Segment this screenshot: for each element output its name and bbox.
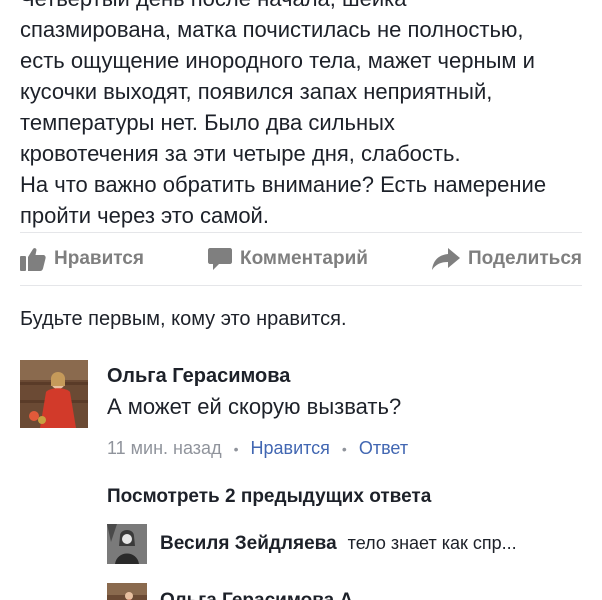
post-line: На что важно обратить внимание? Есть нам… (20, 172, 547, 197)
post-line: кровотечения за эти четыре дня, слабость… (20, 141, 461, 166)
view-previous-replies-link[interactable]: Посмотреть 2 предыдущих ответа (107, 486, 431, 508)
like-button[interactable]: Нравится (20, 247, 144, 271)
share-arrow-icon (431, 248, 460, 270)
avatar[interactable] (20, 360, 88, 428)
post-line: Четвертый день после начала, шейка (20, 0, 590, 14)
avatar[interactable] (107, 524, 147, 564)
reply-snippet: тело знает как спр... (347, 533, 517, 553)
first-like-prompt: Будьте первым, кому это нравится. (20, 308, 347, 330)
post-line: спазмирована, матка почистилась не полно… (20, 17, 524, 42)
share-label: Поделиться (467, 248, 582, 269)
comment-bubble-icon (207, 248, 232, 270)
comment-text: А может ей скорую вызвать? (107, 394, 402, 419)
comment-author[interactable]: Ольга Герасимова (107, 365, 290, 388)
avatar[interactable] (107, 583, 147, 600)
separator-dot: • (341, 440, 347, 457)
reply-author: Весиля Зейдляева (160, 533, 337, 554)
separator-dot: • (233, 440, 239, 457)
post-action-bar: Нравится Комментарий Поделиться (20, 232, 582, 286)
reply-author-2[interactable]: Ольга Герасимова А (160, 590, 353, 600)
reply-preview[interactable]: Весиля Зейдляева тело знает как спр... (160, 533, 517, 555)
comment-button[interactable]: Комментарий (207, 248, 368, 270)
thumbs-up-icon (20, 248, 46, 271)
like-label: Нравится (54, 248, 144, 269)
comment-like-link[interactable]: Нравится (250, 438, 329, 459)
post-line: пройти через это самой. (20, 203, 269, 228)
post-line: температуры нет. Было два сильных (20, 110, 395, 135)
comment-label: Комментарий (239, 248, 368, 269)
post-body: Четвертый день после начала, шейка спазм… (20, 0, 590, 231)
comment-meta: 11 мин. назад • Нравится • Ответ (107, 438, 408, 459)
comment-timestamp: 11 мин. назад (107, 438, 222, 458)
comment-reply-link[interactable]: Ответ (359, 438, 408, 459)
share-button[interactable]: Поделиться (431, 248, 582, 270)
post-line: есть ощущение инородного тела, мажет чер… (20, 48, 535, 73)
post-line: кусочки выходят, появился запах неприятн… (20, 79, 493, 104)
